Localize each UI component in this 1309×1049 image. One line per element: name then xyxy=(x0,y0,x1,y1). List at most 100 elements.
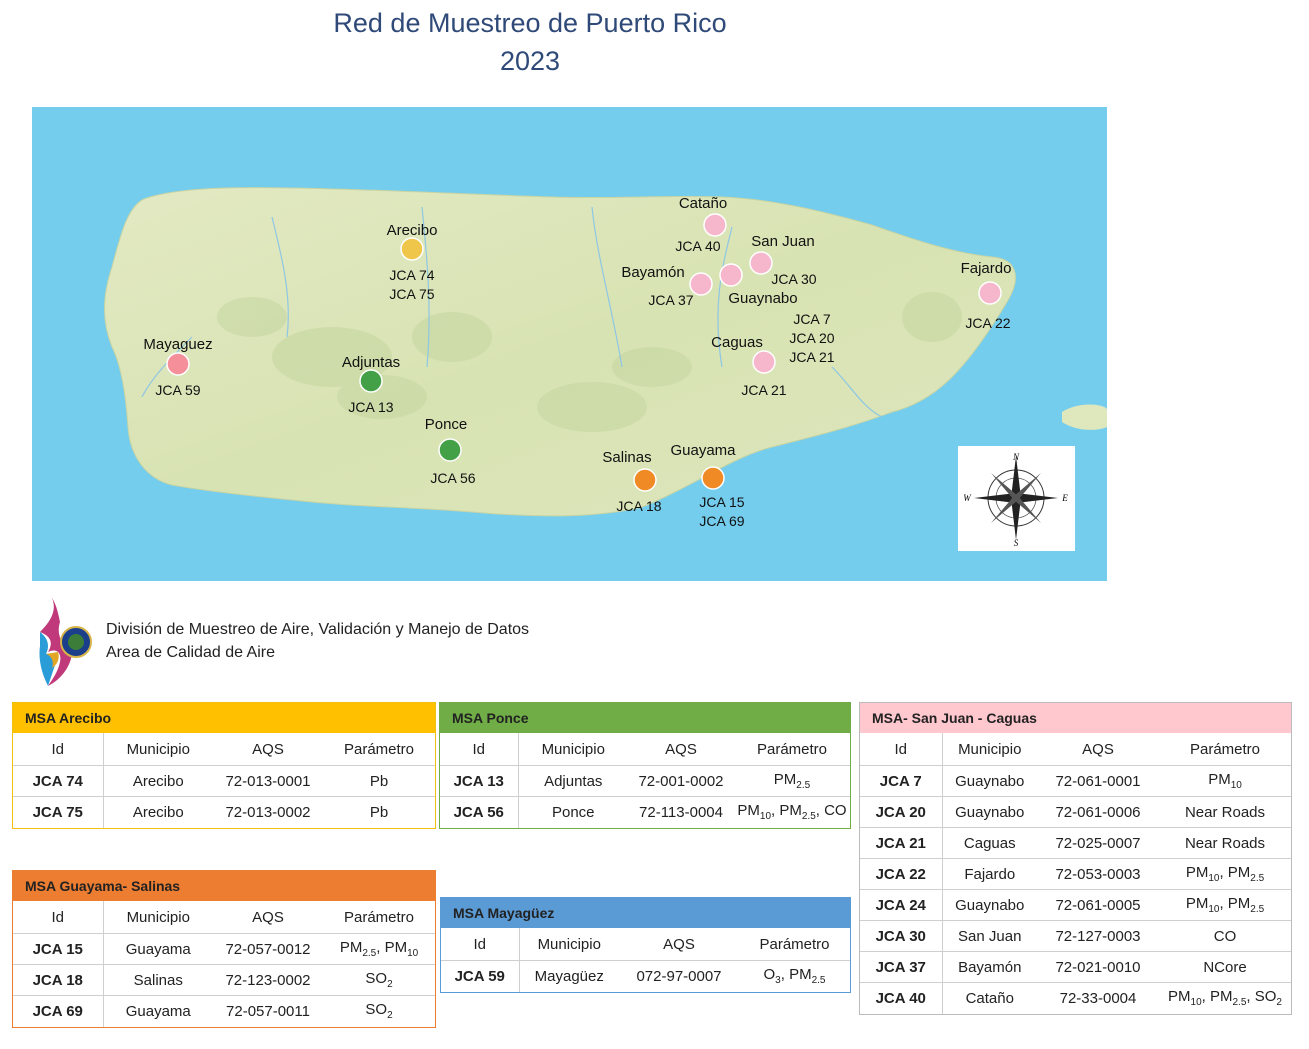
col-id: Id xyxy=(440,733,519,766)
cell-id: JCA 15 xyxy=(13,933,104,965)
compass-n-label: N xyxy=(1012,452,1020,462)
site-label-caguas: Caguas xyxy=(711,334,763,351)
site-label-catano: Cataño xyxy=(679,195,727,212)
cell-id: JCA 56 xyxy=(440,796,519,828)
compass-rose: N S E W xyxy=(958,446,1075,551)
site-marker-mayaguez[interactable] xyxy=(166,352,190,376)
table-row: JCA 40 Cataño 72-33-0004 PM10, PM2.5, SO2 xyxy=(860,982,1291,1014)
culebra-island xyxy=(1062,404,1107,430)
site-id-label: JCA 40 xyxy=(675,238,720,254)
map-year: 2023 xyxy=(499,46,561,76)
msa-ponce-table: MSA Ponce Id Municipio AQS Parámetro JCA… xyxy=(439,702,851,829)
cell-municipio: Adjuntas xyxy=(518,765,628,797)
cell-id: JCA 22 xyxy=(860,858,943,890)
col-id: Id xyxy=(13,733,104,766)
cell-parametro: Near Roads xyxy=(1159,796,1291,828)
cell-id: JCA 24 xyxy=(860,889,943,921)
cell-municipio: Salinas xyxy=(103,964,213,996)
site-id-label: JCA 15 xyxy=(699,494,744,510)
col-municipio: Municipio xyxy=(126,740,190,758)
cell-municipio: Guayama xyxy=(103,995,213,1027)
cell-parametro: SO2 xyxy=(323,995,435,1027)
col-aqs: AQS xyxy=(1082,740,1114,758)
site-marker-catano[interactable] xyxy=(703,213,727,237)
site-label-mayaguez: Mayaguez xyxy=(143,336,212,353)
cell-parametro: PM2.5 xyxy=(734,765,850,797)
col-parametro: Parámetro xyxy=(343,740,415,758)
cell-parametro: Pb xyxy=(323,796,435,828)
map-canvas: Arecibo JCA 74 JCA 75 Mayaguez JCA 59 Adjunta… xyxy=(104,187,1107,529)
site-marker-arecibo[interactable] xyxy=(400,237,424,261)
site-id-label: JCA 59 xyxy=(155,382,200,398)
msa-guayama-title: MSA Guayama- Salinas xyxy=(13,871,435,901)
site-id-label: JCA 22 xyxy=(965,315,1010,331)
cell-id: JCA 30 xyxy=(860,920,943,952)
cell-parametro: Near Roads xyxy=(1159,827,1291,859)
cell-municipio: Mayagüez xyxy=(519,960,619,992)
table-row: JCA 37 Bayamón 72-021-0010 NCore xyxy=(860,951,1291,983)
site-id-label: JCA 21 xyxy=(741,382,786,398)
site-marker-guayama[interactable] xyxy=(701,466,725,490)
table-row: JCA 59 Mayagüez 072-97-0007 O3, PM2.5 xyxy=(441,960,850,992)
site-marker-fajardo[interactable] xyxy=(978,281,1002,305)
col-aqs: AQS xyxy=(663,935,695,953)
cell-aqs: 72-053-0003 xyxy=(1037,858,1159,890)
col-parametro: Parámetro xyxy=(756,740,828,758)
cell-aqs: 72-021-0010 xyxy=(1037,951,1159,983)
site-marker-ponce[interactable] xyxy=(438,438,462,462)
cell-municipio: Ponce xyxy=(518,796,628,828)
cell-aqs: 72-123-0002 xyxy=(213,964,323,996)
cell-id: JCA 21 xyxy=(860,827,943,859)
cell-aqs: 72-061-0001 xyxy=(1037,765,1159,797)
msa-ponce-title: MSA Ponce xyxy=(440,703,850,733)
site-id-label: JCA 37 xyxy=(648,292,693,308)
cell-parametro: PM10, PM2.5 xyxy=(1159,889,1291,921)
site-marker-adjuntas[interactable] xyxy=(359,369,383,393)
cell-id: JCA 59 xyxy=(441,960,520,992)
site-id-label: JCA 21 xyxy=(789,349,834,365)
site-label-adjuntas: Adjuntas xyxy=(342,354,400,371)
cell-parametro: PM10, PM2.5 xyxy=(1159,858,1291,890)
site-id-label: JCA 56 xyxy=(430,470,475,486)
cell-parametro: O3, PM2.5 xyxy=(739,960,850,992)
table-row: JCA 74 Arecibo 72-013-0001 Pb xyxy=(13,765,435,797)
cell-id: JCA 13 xyxy=(440,765,519,797)
table-row: JCA 21 Caguas 72-025-0007 Near Roads xyxy=(860,827,1291,859)
table-row: JCA 15 Guayama 72-057-0012 PM2.5, PM10 xyxy=(13,933,435,965)
table-row: JCA 13 Adjuntas 72-001-0002 PM2.5 xyxy=(440,765,850,797)
cell-municipio: Arecibo xyxy=(103,796,213,828)
site-marker-guaynabo[interactable] xyxy=(719,263,743,287)
cell-municipio: Bayamón xyxy=(942,951,1037,983)
island-landmass xyxy=(104,187,1016,517)
cell-municipio: Cataño xyxy=(942,982,1037,1014)
cell-aqs: 72-025-0007 xyxy=(1037,827,1159,859)
col-parametro: Parámetro xyxy=(343,908,415,926)
col-municipio: Municipio xyxy=(537,935,601,953)
site-label-fajardo: Fajardo xyxy=(961,260,1012,277)
site-label-ponce: Ponce xyxy=(425,416,468,433)
site-marker-salinas[interactable] xyxy=(633,468,657,492)
col-municipio: Municipio xyxy=(958,740,1022,758)
cell-parametro: PM10, PM2.5, CO xyxy=(734,796,850,828)
org-division: División de Muestreo de Aire, Validación… xyxy=(106,621,530,638)
cell-id: JCA 7 xyxy=(860,765,943,797)
site-id-label: JCA 13 xyxy=(348,399,393,415)
col-parametro: Parámetro xyxy=(1189,740,1261,758)
site-label-guayama: Guayama xyxy=(670,442,736,459)
site-label-salinas: Salinas xyxy=(602,449,651,466)
site-marker-san-juan[interactable] xyxy=(749,251,773,275)
cell-parametro: NCore xyxy=(1159,951,1291,983)
site-id-label: JCA 20 xyxy=(789,330,834,346)
cell-id: JCA 75 xyxy=(13,796,104,828)
site-id-label: JCA 75 xyxy=(389,286,434,302)
cell-aqs: 72-33-0004 xyxy=(1037,982,1159,1014)
compass-s-label: S xyxy=(1014,538,1019,548)
col-id: Id xyxy=(13,901,104,934)
col-id: Id xyxy=(441,928,520,961)
site-marker-caguas[interactable] xyxy=(752,350,776,374)
cell-aqs: 72-127-0003 xyxy=(1037,920,1159,952)
puerto-rico-map[interactable]: Arecibo JCA 74 JCA 75 Mayaguez JCA 59 Adjunta… xyxy=(32,107,1107,581)
cell-municipio: Caguas xyxy=(942,827,1037,859)
col-id: Id xyxy=(860,733,943,766)
cell-municipio: Guayama xyxy=(103,933,213,965)
